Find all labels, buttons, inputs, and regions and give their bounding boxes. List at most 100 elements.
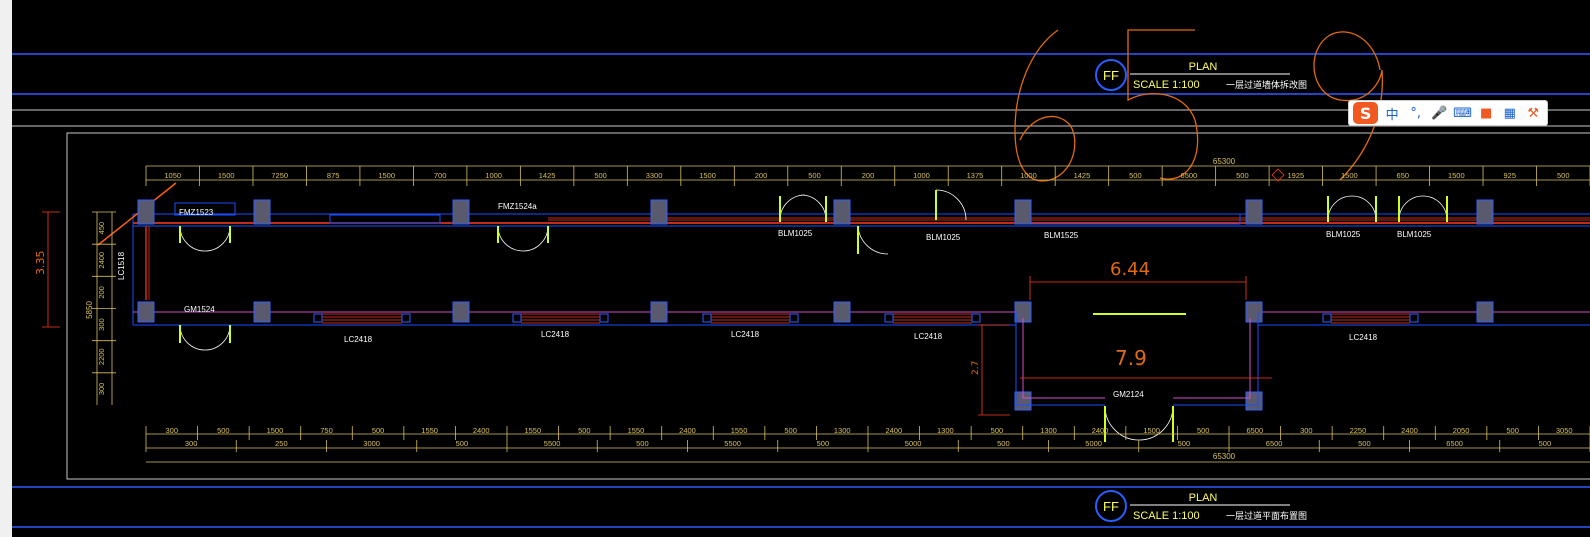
column [137,199,155,225]
top-dimension-chain: 1050 1500 7250 875 1500 700 1000 1425 500 3300 150… [145,157,1590,186]
chinese-mode-toggle[interactable]: 中 [1382,103,1402,123]
dimension-value: 5500 [724,439,741,448]
keyboard-icon[interactable]: ⌨ [1453,103,1473,123]
dimension-value: 3300 [646,171,663,180]
dimension-value: 300 [97,318,106,331]
element-labels: FMZ1523 FMZ1524a GM1524 LC1518 BLM1025 B… [117,202,1432,399]
window-label: LC2418 [731,330,760,339]
dimension-value: 6500 [1246,426,1263,435]
title-plan: PLAN [1189,61,1218,73]
dimension-value: 500 [1236,171,1249,180]
blind-label: BLM1525 [1044,231,1079,240]
dimension-value: 700 [434,171,447,180]
title-plan: PLAN [1189,492,1218,504]
middle-wall [133,311,1590,326]
column [452,301,470,323]
dimension-value: 2400 [679,426,696,435]
dimension-value: 3050 [1556,426,1573,435]
shirt-icon[interactable]: ■ [1476,103,1496,123]
dimension-value: 1300 [1040,426,1057,435]
dimension-value: 1550 [731,426,748,435]
column [650,199,668,225]
cad-drawing-canvas[interactable]: FF PLAN SCALE 1:100 一层过道墙体拆改图 FF PLAN SC… [12,0,1590,537]
dimension-value: 1925 [1288,171,1305,180]
column [137,301,155,323]
dimension-value: 875 [327,171,340,180]
window-label: LC2418 [1349,333,1378,342]
dimension-value: 450 [97,222,106,235]
column [452,199,470,225]
dimension-value: 200 [755,171,768,180]
title-scale: SCALE 1:100 [1133,510,1200,522]
dimension-value: 500 [1358,439,1371,448]
dimension-value: 1500 [1448,171,1465,180]
column [1245,199,1263,225]
title-badge: FF [1103,499,1119,514]
title-name: 一层过道平面布置图 [1226,510,1307,522]
dimension-value: 2400 [473,426,490,435]
window-edge [0,0,12,537]
column [833,199,851,225]
dimension-value: 5000 [905,439,922,448]
grid-icon[interactable]: ▦ [1500,103,1520,123]
dimension-value: 500 [1197,426,1210,435]
dimension-value: 1550 [421,426,438,435]
column [650,301,668,323]
dimension-value: 500 [1539,439,1552,448]
dimension-value: 1425 [1074,171,1091,180]
dimension-value: 2400 [97,252,106,269]
dimension-value: 1000 [913,171,930,180]
window-label: LC2418 [344,335,373,344]
left-total-dim: 5850 [85,301,94,319]
dimension-value: 250 [275,439,288,448]
dimension-value: 1050 [164,171,181,180]
dimension-value: 1500 [699,171,716,180]
column [1476,301,1494,323]
dimension-value: 500 [636,439,649,448]
dimension-value: 200 [97,286,106,299]
dimension-value: 300 [1300,426,1313,435]
dimension-value: 5500 [544,439,561,448]
tools-icon[interactable]: ⚒ [1523,103,1543,123]
dimension-value: 500 [808,171,821,180]
ime-toolbar[interactable]: S 中 °, 🎤 ⌨ ■ ▦ ⚒ [1348,100,1548,126]
title-block-bottom[interactable]: FF PLAN SCALE 1:100 一层过道平面布置图 [1095,490,1307,522]
dimension-value: 2400 [1092,426,1109,435]
dimension-value: 1550 [628,426,645,435]
dimension-value: 1500 [1341,171,1358,180]
dimension-value: 500 [817,439,830,448]
sogou-logo-icon[interactable]: S [1353,102,1379,124]
dimension-value: 1550 [524,426,541,435]
dimension-value: 1500 [267,426,284,435]
left-wall [97,182,177,325]
door-label: FMZ1524a [498,202,537,211]
cad-viewport[interactable]: FF PLAN SCALE 1:100 一层过道墙体拆改图 FF PLAN SC… [0,0,1590,537]
hand-dim-small: 2.7 [971,361,981,375]
dimension-value: 3000 [363,439,380,448]
dimension-value: 1375 [967,171,984,180]
dimension-value: 7250 [271,171,288,180]
dimension-value: 1300 [937,426,954,435]
dimension-value: 1500 [1143,426,1160,435]
column [833,301,851,323]
dimension-value: 300 [166,426,179,435]
dimension-value: 500 [1178,439,1191,448]
blind-label: BLM1025 [778,229,813,238]
left-dimension-chain: 450 2400 200 300 2200 300 5850 [42,211,116,405]
title-badge: FF [1103,68,1119,83]
dimension-value: 925 [1504,171,1517,180]
punctuation-toggle[interactable]: °, [1406,103,1426,123]
dimension-value: 2050 [1453,426,1470,435]
dimension-value: 1500 [218,171,235,180]
dimension-value: 500 [784,426,797,435]
dimension-value: 1500 [378,171,395,180]
handwritten-659 [1014,29,1384,182]
column [1245,391,1263,411]
dimension-value: 2250 [1350,426,1367,435]
window-label: LC1518 [117,251,126,280]
dimension-value: 500 [578,426,591,435]
dimension-value: 2400 [885,426,902,435]
hand-dim-b: 7.9 [1115,346,1147,370]
bottom-total-dim: 65300 [1213,452,1236,461]
mic-icon[interactable]: 🎤 [1429,103,1449,123]
